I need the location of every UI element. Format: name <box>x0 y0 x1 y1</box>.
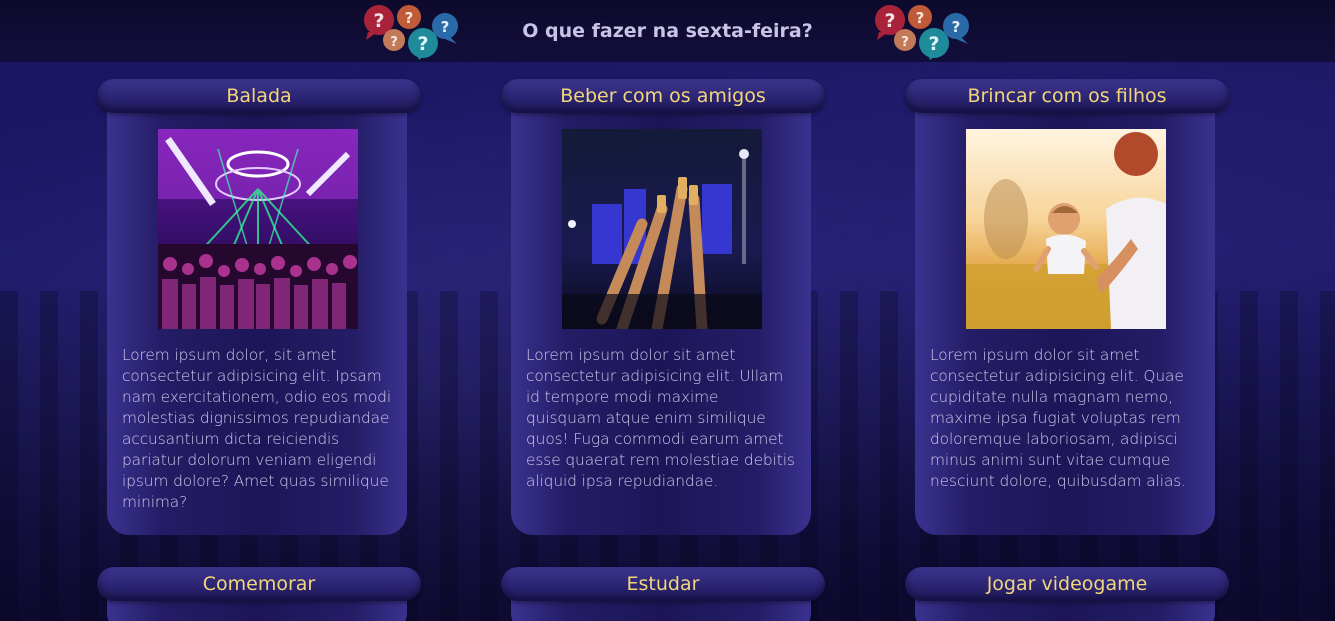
activity-card-brincar: Brincar com os filhos Lorem ipsum dolor … <box>905 79 1229 535</box>
svg-text:?: ? <box>884 10 895 32</box>
card-title: Estudar <box>626 573 700 595</box>
card-title: Brincar com os filhos <box>967 85 1167 107</box>
card-body: Lorem ipsum dolor sit amet consectetur a… <box>915 107 1215 535</box>
svg-text:?: ? <box>441 18 450 36</box>
svg-text:?: ? <box>390 35 398 50</box>
nightclub-party-photo <box>157 129 358 329</box>
activity-card-jogar: Jogar videogame <box>905 567 1229 621</box>
card-title: Comemorar <box>202 573 316 595</box>
svg-text:?: ? <box>405 9 414 27</box>
card-header: Balada <box>97 79 421 113</box>
svg-text:?: ? <box>901 35 909 50</box>
question-bubbles-icon-left: ? ? ? ? ? <box>364 5 459 60</box>
card-description: Lorem ipsum dolor sit amet consectetur a… <box>526 346 795 490</box>
activity-grid: Balada Lorem ipsum dolor, sit amet conse… <box>97 79 1230 621</box>
card-body: Lorem ipsum dolor sit amet consectetur a… <box>511 107 811 535</box>
card-description: Lorem ipsum dolor sit amet consectetur a… <box>930 346 1186 490</box>
activity-card-comemorar: Comemorar <box>97 567 421 621</box>
card-header: Estudar <box>501 567 825 601</box>
card-body: Lorem ipsum dolor, sit amet consectetur … <box>107 107 407 535</box>
card-header: Comemorar <box>97 567 421 601</box>
card-title: Balada <box>226 85 292 107</box>
card-title: Jogar videogame <box>986 573 1148 595</box>
activity-card-balada: Balada Lorem ipsum dolor, sit amet conse… <box>97 79 421 535</box>
page-title: O que fazer na sexta-feira? <box>522 20 813 42</box>
top-bar: ? ? ? ? ? O que fazer na sexta-feira? ? … <box>0 0 1335 62</box>
svg-text:?: ? <box>928 33 939 55</box>
svg-text:?: ? <box>374 10 385 32</box>
friends-toasting-photo <box>561 129 762 329</box>
card-title: Beber com os amigos <box>560 85 766 107</box>
card-header: Brincar com os filhos <box>905 79 1229 113</box>
card-description: Lorem ipsum dolor, sit amet consectetur … <box>122 346 392 511</box>
card-header: Beber com os amigos <box>501 79 825 113</box>
father-and-child-photo <box>965 129 1166 329</box>
svg-text:?: ? <box>418 33 429 55</box>
activity-card-estudar: Estudar <box>501 567 825 621</box>
svg-text:?: ? <box>915 9 924 27</box>
svg-text:?: ? <box>951 18 960 36</box>
activity-card-beber: Beber com os amigos Lorem ipsum dolor si… <box>501 79 825 535</box>
card-header: Jogar videogame <box>905 567 1229 601</box>
question-bubbles-icon-right: ? ? ? ? ? <box>874 5 969 60</box>
